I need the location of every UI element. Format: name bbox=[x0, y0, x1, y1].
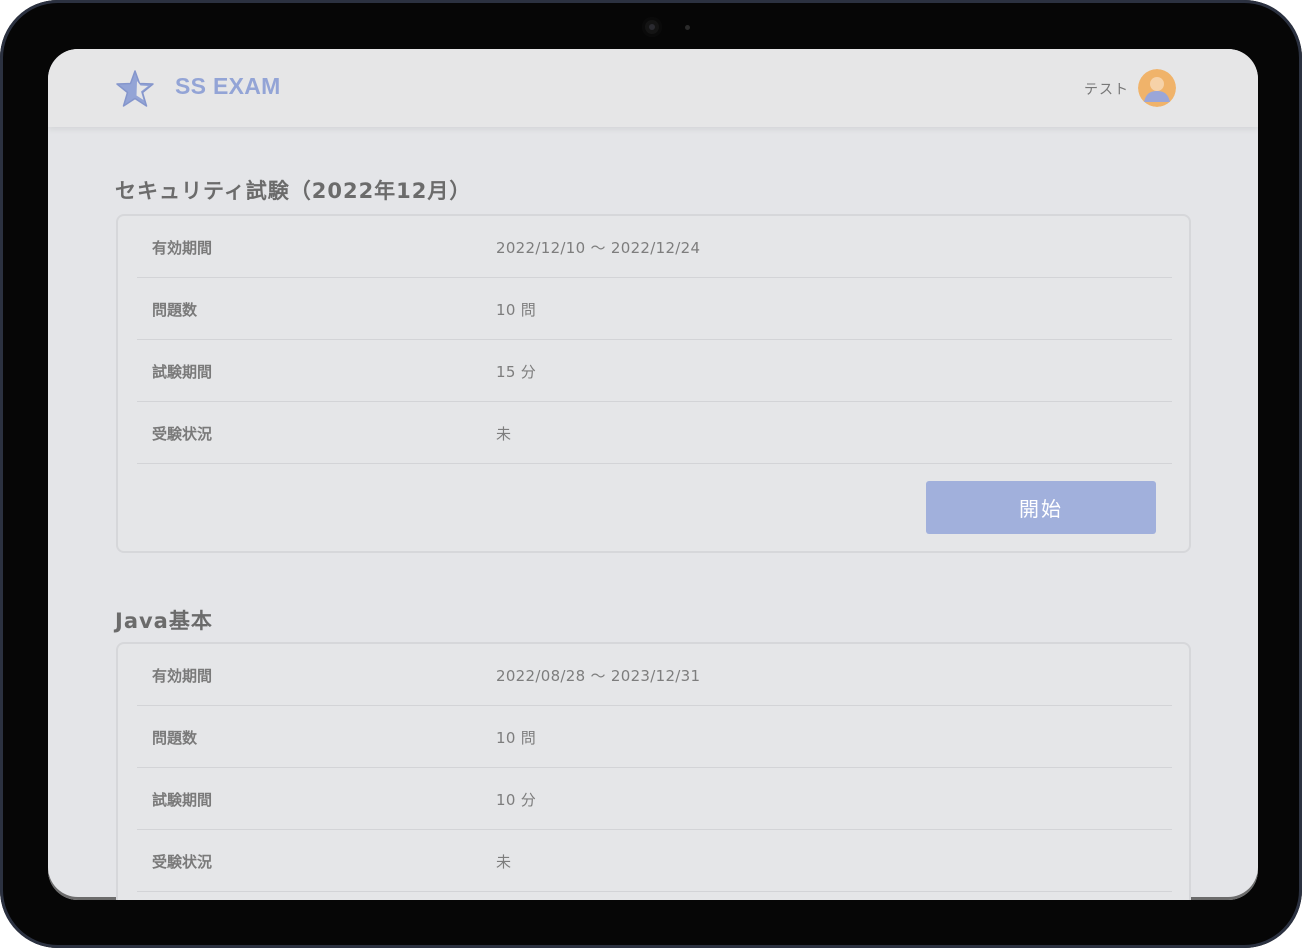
row-label: 有効期間 bbox=[152, 239, 213, 257]
app-header: SS EXAM テスト bbox=[48, 49, 1258, 127]
app-screen: SS EXAM テスト セキュリティ試験（2022年12月） 有効期間 2022… bbox=[48, 49, 1258, 900]
exam-card: 有効期間 2022/12/10 ～ 2022/12/24 問題数 10 問 試験… bbox=[116, 214, 1191, 553]
brand-name[interactable]: SS EXAM bbox=[175, 73, 281, 100]
table-row: 受験状況 未 bbox=[137, 402, 1172, 464]
row-value: 未 bbox=[496, 853, 512, 871]
row-value: 10 分 bbox=[496, 791, 537, 809]
exam-card: 有効期間 2022/08/28 ～ 2023/12/31 問題数 10 問 試験… bbox=[116, 642, 1191, 900]
exam-list: セキュリティ試験（2022年12月） 有効期間 2022/12/10 ～ 202… bbox=[48, 127, 1258, 900]
front-camera bbox=[642, 17, 662, 37]
row-label: 問題数 bbox=[152, 729, 198, 747]
row-value: 15 分 bbox=[496, 363, 537, 381]
row-label: 試験期間 bbox=[152, 791, 213, 809]
row-label: 問題数 bbox=[152, 301, 198, 319]
row-value: 2022/12/10 ～ 2022/12/24 bbox=[496, 239, 701, 257]
star-logo-icon[interactable] bbox=[114, 69, 156, 109]
table-row: 有効期間 2022/12/10 ～ 2022/12/24 bbox=[137, 216, 1172, 278]
exam-title: Java基本 bbox=[115, 609, 213, 633]
user-avatar-icon[interactable] bbox=[1138, 69, 1176, 107]
row-label: 有効期間 bbox=[152, 667, 213, 685]
table-row: 受験状況 未 bbox=[137, 830, 1172, 892]
table-row: 問題数 10 問 bbox=[137, 706, 1172, 768]
table-row: 試験期間 15 分 bbox=[137, 340, 1172, 402]
table-row: 有効期間 2022/08/28 ～ 2023/12/31 bbox=[137, 644, 1172, 706]
row-value: 2022/08/28 ～ 2023/12/31 bbox=[496, 667, 701, 685]
row-value: 未 bbox=[496, 425, 512, 443]
camera-sensor bbox=[685, 25, 690, 30]
row-label: 試験期間 bbox=[152, 363, 213, 381]
exam-title: セキュリティ試験（2022年12月） bbox=[115, 179, 472, 203]
row-value: 10 問 bbox=[496, 729, 537, 747]
table-row: 問題数 10 問 bbox=[137, 278, 1172, 340]
table-row: 試験期間 10 分 bbox=[137, 768, 1172, 830]
tablet-frame: SS EXAM テスト セキュリティ試験（2022年12月） 有効期間 2022… bbox=[0, 0, 1302, 948]
start-button[interactable]: 開始 bbox=[926, 481, 1156, 534]
row-label: 受験状況 bbox=[152, 853, 213, 871]
user-name[interactable]: テスト bbox=[1084, 79, 1129, 99]
row-label: 受験状況 bbox=[152, 425, 213, 443]
row-value: 10 問 bbox=[496, 301, 537, 319]
